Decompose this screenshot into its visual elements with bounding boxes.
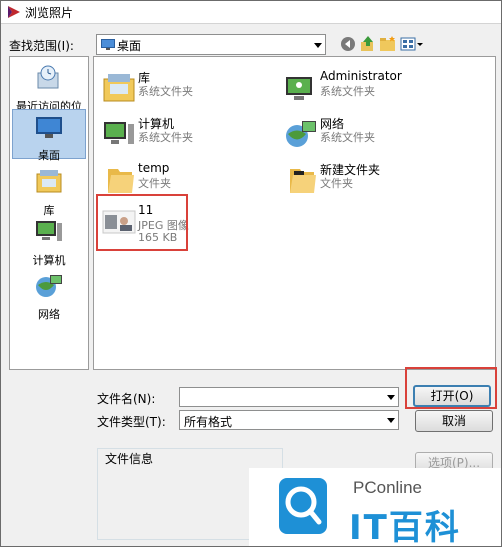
new-folder-icon[interactable] bbox=[379, 35, 397, 53]
place-computer[interactable]: 计算机 bbox=[12, 217, 86, 268]
filename-input[interactable] bbox=[179, 387, 399, 407]
lookin-value: 桌面 bbox=[117, 39, 142, 53]
watermark-brand: PConline bbox=[353, 478, 422, 497]
watermark: PConline IT百科 bbox=[249, 468, 501, 546]
list-item[interactable]: 计算机 系统文件夹 bbox=[100, 115, 280, 159]
place-libraries[interactable]: 库 bbox=[12, 167, 86, 218]
recent-places-icon bbox=[37, 65, 59, 89]
list-item[interactable]: 库 系统文件夹 bbox=[100, 69, 280, 113]
folder-icon bbox=[108, 169, 134, 193]
list-item[interactable]: Administrator 系统文件夹 bbox=[282, 69, 462, 113]
list-item[interactable]: 网络 系统文件夹 bbox=[282, 115, 462, 159]
lookin-label: 查找范围(I): bbox=[9, 39, 74, 53]
filetype-label: 文件类型(T): bbox=[97, 415, 166, 429]
desktop-icon bbox=[36, 117, 62, 138]
computer-icon bbox=[36, 221, 62, 241]
libraries-icon bbox=[103, 74, 135, 102]
chevron-down-icon bbox=[311, 35, 325, 54]
app-icon bbox=[8, 6, 20, 18]
lookin-dropdown[interactable]: 桌面 bbox=[96, 34, 326, 55]
chevron-down-icon[interactable] bbox=[384, 388, 398, 406]
network-icon bbox=[286, 121, 316, 147]
network-icon bbox=[36, 275, 62, 297]
highlight-box-file bbox=[96, 194, 188, 251]
open-photo-dialog: 浏览照片 查找范围(I): 桌面 最近访问的位 桌面 库 计算机 网络 库 系统… bbox=[0, 0, 502, 547]
view-menu-icon[interactable] bbox=[400, 35, 424, 53]
title-bar: 浏览照片 bbox=[1, 1, 501, 24]
highlight-box-open bbox=[405, 367, 497, 409]
places-bar: 最近访问的位置 桌面 库 计算机 bbox=[9, 56, 89, 370]
filename-label: 文件名(N): bbox=[97, 392, 156, 406]
user-folder-icon bbox=[286, 77, 312, 100]
place-desktop[interactable]: 桌面 bbox=[12, 109, 86, 162]
watermark-name: IT百科 bbox=[349, 508, 461, 547]
back-icon[interactable] bbox=[339, 35, 357, 53]
desktop-icon bbox=[101, 39, 115, 50]
computer-icon bbox=[104, 122, 134, 144]
folder-icon bbox=[290, 169, 316, 193]
chevron-down-icon bbox=[384, 411, 398, 429]
cancel-button[interactable]: 取消 bbox=[415, 410, 493, 432]
pconline-logo-icon bbox=[279, 478, 327, 534]
place-network[interactable]: 网络 bbox=[12, 271, 86, 322]
libraries-icon bbox=[36, 170, 62, 193]
window-title: 浏览照片 bbox=[25, 6, 74, 20]
filetype-dropdown[interactable]: 所有格式 bbox=[179, 410, 399, 430]
up-folder-icon[interactable] bbox=[359, 35, 377, 53]
file-info-label: 文件信息 bbox=[103, 450, 156, 467]
list-item[interactable]: 新建文件夹 文件夹 bbox=[282, 161, 462, 205]
